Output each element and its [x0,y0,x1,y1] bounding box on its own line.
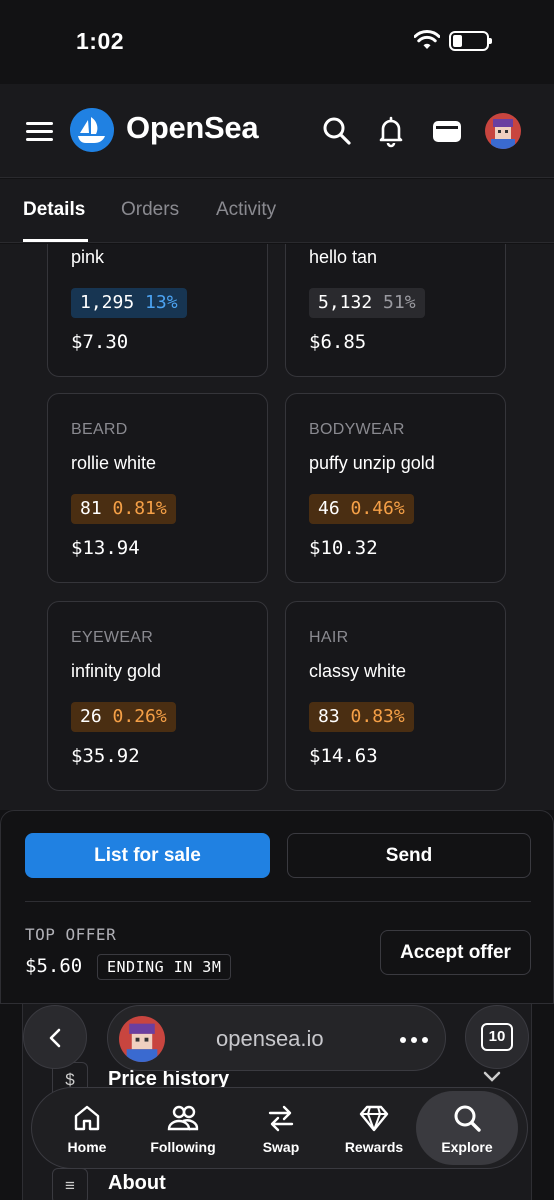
trait-floor-price: $10.32 [309,537,378,559]
battery-icon [449,31,492,51]
wifi-icon [414,30,440,49]
more-icon[interactable] [400,1037,428,1043]
opensea-logo-icon[interactable] [70,108,114,152]
site-avatar [119,1016,165,1062]
trait-rarity-badge: 26 0.26% [71,702,176,732]
action-panel: List for sale Send TOP OFFER $5.60 ENDIN… [0,810,554,1004]
bell-icon[interactable] [374,114,408,148]
nav-label: Explore [441,1139,493,1155]
avatar[interactable] [485,113,521,149]
accept-offer-button[interactable]: Accept offer [380,930,531,975]
trait-card[interactable]: pink 1,295 13% $7.30 [47,244,268,377]
people-icon [167,1105,199,1131]
nav-label: Home [67,1139,107,1155]
trait-rarity-badge: 5,132 51% [309,288,425,318]
list-icon: ≡ [52,1168,88,1200]
trait-value: classy white [309,661,407,681]
trait-percent: 51% [383,292,416,313]
trait-floor-price: $14.63 [309,745,378,767]
trait-count: 26 [80,706,102,727]
trait-card[interactable]: BODYWEAR puffy unzip gold 46 0.46% $10.3… [285,393,506,583]
chevron-down-icon[interactable] [482,1070,502,1084]
url-text[interactable]: opensea.io [216,1026,324,1052]
tab-count: 10 [481,1023,513,1051]
trait-percent: 0.46% [350,498,405,519]
trait-card[interactable]: hello tan 5,132 51% $6.85 [285,244,506,377]
home-icon [74,1105,100,1131]
detail-tabs: Details Orders Activity [0,179,554,243]
trait-count: 1,295 [80,292,135,313]
list-for-sale-button[interactable]: List for sale [25,833,270,878]
search-icon [454,1105,481,1132]
tab-details[interactable]: Details [23,199,85,221]
trait-rarity-badge: 46 0.46% [309,494,414,524]
brand-name[interactable]: OpenSea [126,110,259,146]
trait-count: 81 [80,498,102,519]
trait-type: BODYWEAR [309,421,405,438]
status-bar: 1:02 [0,0,554,84]
url-bar[interactable]: opensea.io [107,1005,446,1071]
nav-label: Rewards [344,1139,404,1155]
trait-percent: 0.83% [350,706,405,727]
bottom-nav: Home Following Swap Rewards Explore [31,1087,528,1169]
diamond-icon [359,1105,389,1132]
trait-floor-price: $35.92 [71,745,140,767]
browser-tabs-button[interactable]: 10 [465,1005,529,1069]
top-offer-price: $5.60 [25,955,83,977]
chevron-left-icon [49,1028,61,1048]
search-icon[interactable] [320,114,354,148]
send-button[interactable]: Send [287,833,531,878]
nav-rewards[interactable]: Rewards [329,1088,419,1170]
trait-type: EYEWEAR [71,629,154,646]
nav-following[interactable]: Following [138,1088,228,1170]
nav-label: Following [150,1139,216,1155]
trait-floor-price: $13.94 [71,537,140,559]
nav-label: Swap [262,1139,300,1155]
trait-type: HAIR [309,629,349,646]
trait-percent: 0.81% [112,498,167,519]
app-header: OpenSea [0,84,554,178]
tab-orders[interactable]: Orders [121,199,179,221]
trait-card[interactable]: HAIR classy white 83 0.83% $14.63 [285,601,506,791]
trait-value: infinity gold [71,661,162,681]
trait-count: 46 [318,498,340,519]
trait-floor-price: $7.30 [71,331,129,353]
active-tab-indicator [23,239,88,242]
status-time: 1:02 [76,28,125,54]
trait-type: BEARD [71,421,128,438]
tab-activity[interactable]: Activity [216,199,276,221]
trait-value: pink [71,247,105,267]
nav-explore[interactable]: Explore [416,1091,518,1165]
trait-value: puffy unzip gold [309,453,435,473]
browser-back-button[interactable] [23,1005,87,1069]
trait-card[interactable]: EYEWEAR infinity gold 26 0.26% $35.92 [47,601,268,791]
trait-card[interactable]: BEARD rollie white 81 0.81% $13.94 [47,393,268,583]
trait-rarity-badge: 83 0.83% [309,702,414,732]
trait-count: 5,132 [318,292,373,313]
trait-rarity-badge: 1,295 13% [71,288,187,318]
trait-percent: 0.26% [112,706,167,727]
trait-count: 83 [318,706,340,727]
trait-floor-price: $6.85 [309,331,367,353]
trait-rarity-badge: 81 0.81% [71,494,176,524]
wallet-icon[interactable] [430,114,464,148]
menu-icon[interactable] [26,122,53,142]
swap-icon [268,1105,294,1132]
traits-section: pink 1,295 13% $7.30 hello tan 5,132 51%… [0,244,554,810]
nav-swap[interactable]: Swap [236,1088,326,1170]
top-offer-label: TOP OFFER [25,925,117,944]
trait-value: hello tan [309,247,378,267]
nav-home[interactable]: Home [42,1088,132,1170]
trait-percent: 13% [145,292,178,313]
offer-ending-badge: ENDING IN 3M [97,954,232,980]
about-header[interactable]: About [108,1172,166,1195]
trait-value: rollie white [71,453,157,473]
divider [25,901,531,902]
